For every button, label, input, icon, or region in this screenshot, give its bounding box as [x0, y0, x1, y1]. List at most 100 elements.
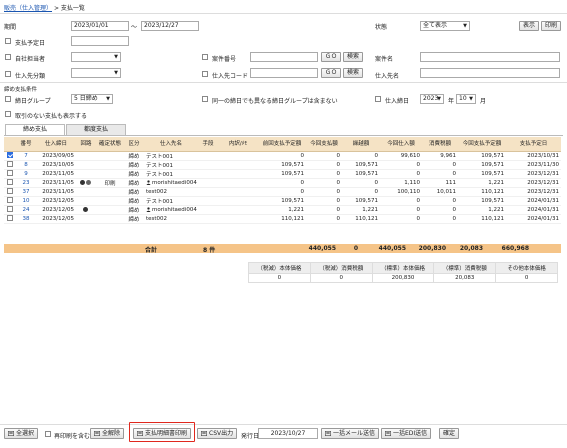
table-row[interactable]: 23 2023/11/05 印刷 締め morishitaedi004 0 0 0 1,110 1…	[4, 178, 561, 188]
row-checkbox[interactable]	[7, 170, 13, 177]
row-number-link[interactable]: 37	[23, 189, 30, 195]
print-statement-button[interactable]: 支払明細書印刷	[133, 428, 192, 439]
cell-prev: 1,221	[258, 205, 306, 215]
closing-group-checkbox[interactable]	[5, 96, 11, 102]
csv-export-button[interactable]: CSV出力	[197, 428, 238, 439]
chevron-down-icon: ▼	[469, 96, 473, 102]
row-checkbox[interactable]	[7, 197, 13, 204]
row-checkbox-cell[interactable]	[4, 160, 16, 170]
supplier-code-go-button[interactable]: ＧＯ	[321, 68, 341, 78]
supplier-name-cell: test002	[144, 187, 198, 197]
cell-prev: 0	[258, 151, 306, 161]
cell-due-date: 2023/11/30	[506, 160, 561, 170]
supplier-name-cell: morishitaedi004	[144, 205, 198, 215]
table-row[interactable]: 7 2023/09/05 締め テスト001 0 0 0 99,610 9,961 109,571…	[4, 151, 561, 161]
row-checkbox-cell[interactable]	[4, 205, 16, 215]
row-number-link[interactable]: 8	[24, 162, 28, 168]
own-staff-checkbox[interactable]	[5, 54, 11, 60]
cell-due-date: 2024/01/31	[506, 214, 561, 224]
row-checkbox-cell[interactable]	[4, 178, 16, 188]
own-staff-select[interactable]: ▼	[71, 52, 121, 62]
row-number-link[interactable]: 9	[24, 171, 28, 177]
table-row[interactable]: 38 2023/12/05 締め test002 110,121 0 110,121 0 0 11…	[4, 214, 561, 224]
own-staff-label: 自社担当者	[15, 56, 46, 63]
supplier-code-checkbox[interactable]	[202, 71, 208, 77]
chevron-down-icon: ▼	[437, 96, 441, 102]
tab-closing-payment[interactable]: 締め支払	[5, 124, 65, 135]
keyboard-icon	[137, 431, 143, 436]
supplier-category-select[interactable]: ▼	[71, 68, 121, 78]
tab-each-payment[interactable]: 都度支払	[66, 124, 126, 135]
row-checkbox[interactable]	[7, 179, 13, 186]
cell-method	[198, 187, 218, 197]
bulk-edi-button[interactable]: 一括EDI送信	[381, 428, 432, 439]
project-name-input[interactable]	[420, 52, 560, 62]
closing-year-select[interactable]: 2023 ▼	[420, 94, 444, 104]
date-to-input[interactable]: 2023/12/27	[141, 21, 199, 31]
row-checkbox[interactable]	[7, 215, 13, 222]
date-from-input[interactable]: 2023/01/01	[71, 21, 129, 31]
no-trade-checkbox[interactable]	[5, 111, 11, 117]
row-checkbox-cell[interactable]	[4, 151, 16, 161]
bulk-mail-button[interactable]: 一括メール送信	[321, 428, 380, 439]
row-checkbox-cell[interactable]	[4, 187, 16, 197]
project-no-go-button[interactable]: ＧＯ	[321, 52, 341, 62]
table-row[interactable]: 24 2023/12/05 締め morishitaedi004 1,221 0 1,221…	[4, 205, 561, 215]
cell-prev: 109,571	[258, 169, 306, 179]
row-number-link[interactable]: 38	[23, 216, 30, 222]
row-number-link[interactable]: 7	[24, 153, 28, 159]
issue-date-input[interactable]: 2023/10/27	[258, 428, 318, 439]
cell-purchase: 0	[380, 196, 422, 206]
row-number-link[interactable]: 24	[23, 207, 30, 213]
include-reprint-checkbox[interactable]	[45, 431, 51, 437]
row-checkbox-cell[interactable]	[4, 214, 16, 224]
closing-group-label: 締日グループ	[15, 98, 51, 105]
deselect-all-button[interactable]: 全解除	[90, 428, 125, 439]
breadcrumb-current: 支払一覧	[60, 5, 85, 12]
breadcrumb-link-sales[interactable]: 販売（仕入管理）	[4, 5, 52, 12]
cell-purchase: 100,110	[380, 187, 422, 197]
row-number-link[interactable]: 10	[23, 198, 30, 204]
row-checkbox-cell[interactable]	[4, 169, 16, 179]
project-no-input[interactable]	[250, 52, 318, 62]
same-day-checkbox[interactable]	[202, 96, 208, 102]
totals-purchase: 200,830	[418, 245, 446, 252]
row-number-link[interactable]: 23	[23, 180, 30, 186]
pay-due-input[interactable]	[71, 36, 129, 46]
select-all-button[interactable]: 全選択	[4, 428, 39, 439]
table-row[interactable]: 37 2023/11/05 締め test002 0 0 0 100,110 10,011 110…	[4, 187, 561, 197]
table-row[interactable]: 10 2023/12/05 締め テスト001 109,571 0 109,571 0 0 109…	[4, 196, 561, 206]
supplier-category-checkbox[interactable]	[5, 71, 11, 77]
closing-month-select[interactable]: 10 ▼	[456, 94, 476, 104]
row-checkbox[interactable]	[7, 188, 13, 195]
closing-day-checkbox[interactable]	[375, 96, 381, 102]
supplier-code-input[interactable]	[250, 68, 318, 78]
cell-carry: 109,571	[342, 169, 380, 179]
closing-group-select[interactable]: 5 日締め ▼	[71, 94, 113, 104]
confirm-button[interactable]: 確定	[439, 428, 460, 439]
supplier-name-input[interactable]	[420, 68, 560, 78]
row-checkbox[interactable]	[7, 206, 13, 213]
print-button[interactable]: 印刷	[541, 21, 561, 31]
cell-purchase: 0	[380, 169, 422, 179]
project-no-checkbox[interactable]	[202, 54, 208, 60]
show-button[interactable]: 表示	[519, 21, 539, 31]
row-checkbox[interactable]	[7, 152, 13, 159]
table-row[interactable]: 9 2023/11/05 締め テスト001 109,571 0 109,571 0 0 109,…	[4, 169, 561, 179]
supplier-code-search-button[interactable]: 検索	[343, 68, 363, 78]
cell-tax: 9,961	[422, 151, 458, 161]
summary-value-row: 0 0 200,830 20,083 0	[248, 273, 558, 283]
closing-year-value: 2023	[423, 95, 439, 102]
table-row[interactable]: 8 2023/10/05 締め テスト001 109,571 0 109,571 0 0 109,…	[4, 160, 561, 170]
cell-paid: 0	[306, 196, 342, 206]
month-unit: 月	[480, 98, 487, 105]
row-checkbox[interactable]	[7, 161, 13, 168]
column-header: 前回支払予定額	[258, 137, 306, 152]
cell-prev: 109,571	[258, 160, 306, 170]
pay-due-checkbox[interactable]	[5, 38, 11, 44]
row-checkbox-cell[interactable]	[4, 196, 16, 206]
circuit-icons-cell	[76, 178, 96, 188]
status-select[interactable]: 全て表示 ▼	[420, 21, 470, 31]
row-number: 9	[16, 169, 36, 179]
project-no-search-button[interactable]: 検索	[343, 52, 363, 62]
